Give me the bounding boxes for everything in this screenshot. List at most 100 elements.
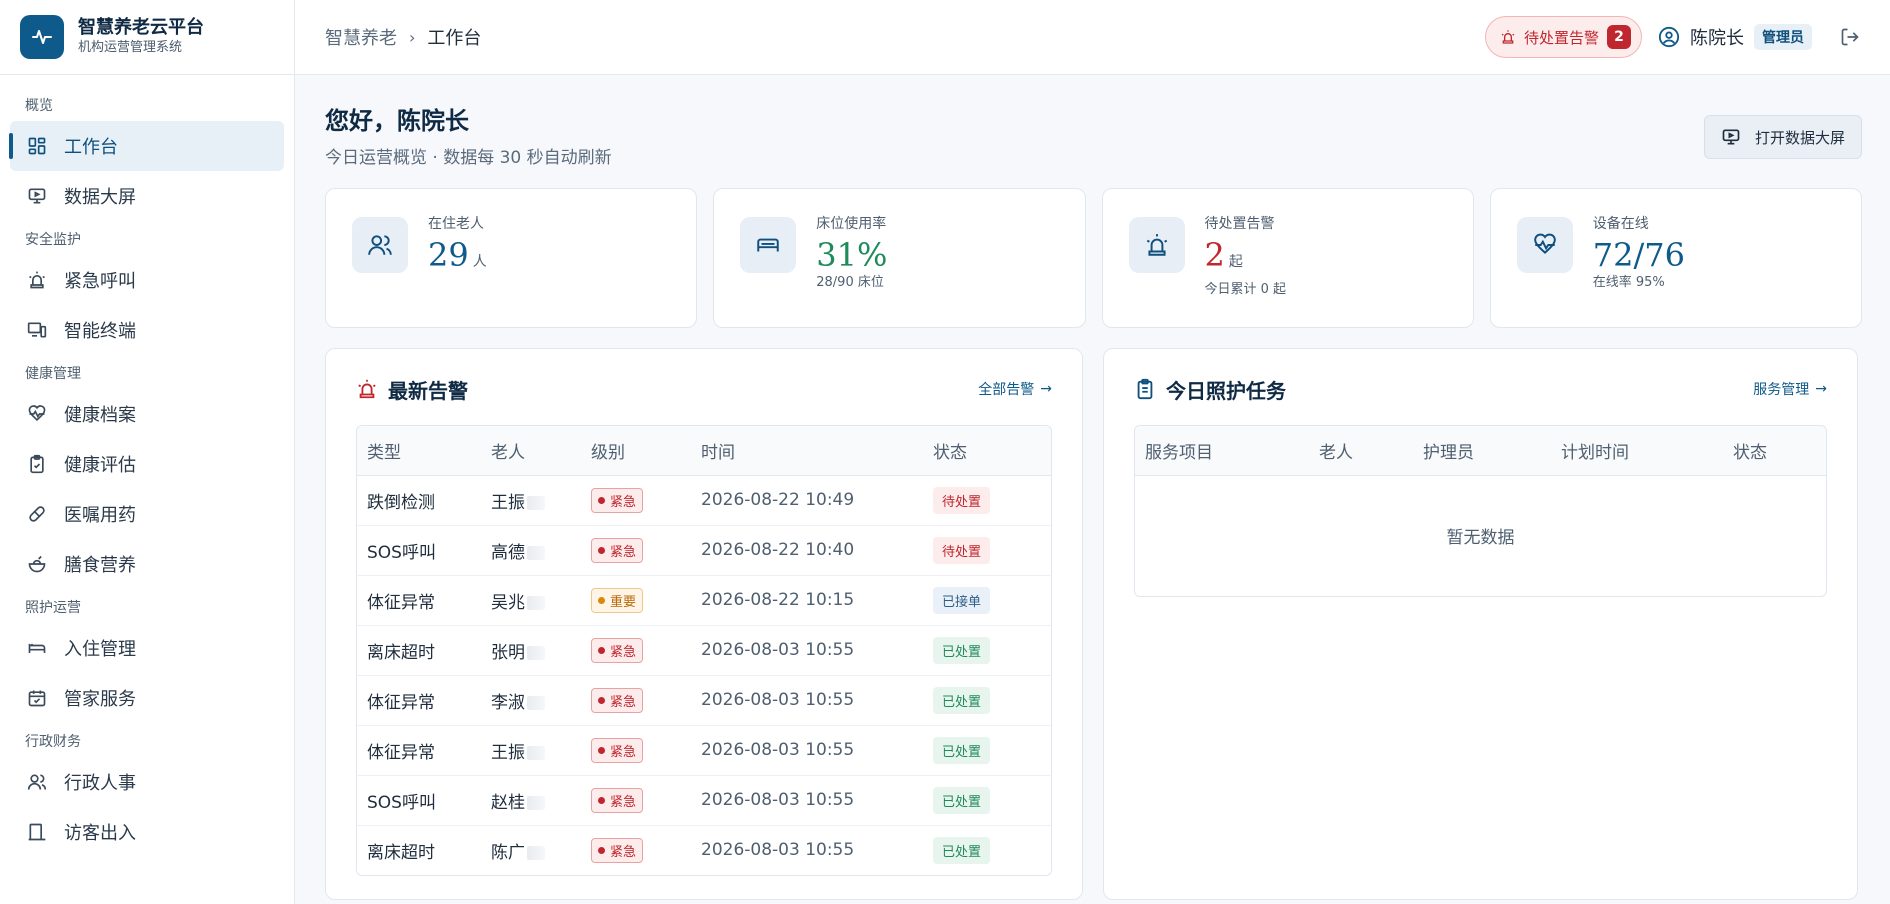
table-row[interactable]: SOS呼叫 赵桂 紧急 2026-08-03 10:55 已处置 bbox=[357, 775, 1051, 826]
nav-group-label: 概览 bbox=[25, 98, 53, 114]
column-header[interactable]: 老人 bbox=[481, 426, 581, 476]
stat-card-bed-usage[interactable]: 床位使用率 31% 28/90 床位 bbox=[713, 188, 1086, 328]
alert-status-cell: 已处置 bbox=[923, 775, 1051, 826]
alert-time: 2026-08-03 10:55 bbox=[691, 725, 923, 776]
sidebar-item-label: 医嘱用药 bbox=[64, 505, 136, 526]
level-dot-icon bbox=[598, 746, 605, 754]
breadcrumb-root[interactable]: 智慧养老 bbox=[325, 24, 397, 50]
alert-level-cell: 紧急 bbox=[581, 525, 691, 576]
table-row[interactable]: 跌倒检测 王振 紧急 2026-08-22 10:49 待处置 bbox=[357, 475, 1051, 526]
chevron-right-icon: › bbox=[409, 27, 416, 47]
pending-alarm-button[interactable]: 待处置告警 2 bbox=[1484, 16, 1642, 58]
logout-button[interactable] bbox=[1840, 27, 1860, 47]
sidebar-item-health-assessment[interactable]: 健康评估 bbox=[10, 439, 284, 489]
sidebar-item-emergency-call[interactable]: 紧急呼叫 bbox=[10, 255, 284, 305]
monitor-icon bbox=[26, 185, 48, 207]
open-data-screen-button[interactable]: 打开数据大屏 bbox=[1703, 115, 1862, 159]
stat-card-residents[interactable]: 在住老人 29 人 bbox=[325, 188, 698, 328]
brand-title: 智慧养老云平台 bbox=[78, 17, 204, 38]
alert-time: 2026-08-22 10:40 bbox=[691, 525, 923, 576]
alert-elder-cell: 李淑 bbox=[481, 675, 581, 726]
redacted-name bbox=[527, 695, 545, 710]
stat-card-devices-online[interactable]: 设备在线 72/76 在线率 95% bbox=[1489, 188, 1862, 328]
table-header-row: 服务项目 老人 护理员 计划时间 状态 bbox=[1135, 426, 1826, 476]
table-row[interactable]: 离床超时 张明 紧急 2026-08-03 10:55 已处置 bbox=[357, 625, 1051, 676]
stat-value: 31% bbox=[816, 236, 888, 274]
table-row[interactable]: SOS呼叫 高德 紧急 2026-08-22 10:40 待处置 bbox=[357, 525, 1051, 576]
level-dot-icon bbox=[598, 546, 605, 554]
column-header[interactable]: 老人 bbox=[1309, 426, 1413, 476]
all-alerts-link[interactable]: 全部告警 → bbox=[978, 379, 1052, 399]
level-dot-icon bbox=[598, 696, 605, 704]
level-text: 紧急 bbox=[610, 744, 637, 760]
sidebar-item-visitor[interactable]: 访客出入 bbox=[10, 807, 284, 857]
column-header[interactable]: 服务项目 bbox=[1135, 426, 1309, 476]
alert-elder-cell: 张明 bbox=[481, 625, 581, 676]
alert-type: 离床超时 bbox=[367, 842, 435, 863]
alert-time: 2026-08-03 10:55 bbox=[691, 775, 923, 826]
column-header[interactable]: 状态 bbox=[1723, 426, 1826, 476]
column-header[interactable]: 时间 bbox=[691, 426, 923, 476]
logout-icon bbox=[1840, 27, 1860, 47]
table-row[interactable]: 体征异常 王振 紧急 2026-08-03 10:55 已处置 bbox=[357, 725, 1051, 776]
alert-elder: 高德 bbox=[491, 542, 525, 563]
page-title: 您好，陈院长 bbox=[325, 107, 469, 135]
level-dot-icon bbox=[598, 596, 605, 604]
sidebar-item-diet[interactable]: 膳食营养 bbox=[10, 539, 284, 589]
table-row[interactable]: 体征异常 吴兆 重要 2026-08-22 10:15 已接单 bbox=[357, 575, 1051, 626]
column-header[interactable]: 类型 bbox=[357, 426, 481, 476]
sidebar-item-hr[interactable]: 行政人事 bbox=[10, 757, 284, 807]
stat-value-row: 2起 bbox=[1205, 235, 1287, 282]
dashboard-icon bbox=[26, 135, 48, 157]
level-dot-icon bbox=[598, 496, 605, 504]
level-dot-icon bbox=[598, 846, 605, 854]
alert-status-cell: 已处置 bbox=[923, 825, 1051, 875]
alert-type: 体征异常 bbox=[357, 575, 481, 626]
column-header[interactable]: 护理员 bbox=[1413, 426, 1551, 476]
sidebar-item-smart-terminal[interactable]: 智能终端 bbox=[10, 305, 284, 355]
sidebar-item-data-screen[interactable]: 数据大屏 bbox=[10, 171, 284, 221]
service-management-link[interactable]: 服务管理 → bbox=[1753, 379, 1827, 399]
alert-type: SOS呼叫 bbox=[357, 525, 481, 576]
bed-icon bbox=[740, 217, 797, 273]
clipboard-check-icon bbox=[26, 453, 48, 475]
page-subtitle: 今日运营概览 · 数据每 30 秒自动刷新 bbox=[325, 148, 612, 168]
alert-elder: 吴兆 bbox=[491, 592, 525, 613]
alerts-table-wrap: 类型 老人 级别 时间 状态 跌倒检测 王振 紧急 2026-08-22 10:49 待… bbox=[356, 425, 1052, 876]
level-badge: 紧急 bbox=[591, 687, 644, 713]
alert-status-cell: 已接单 bbox=[923, 575, 1051, 626]
level-badge: 紧急 bbox=[591, 737, 644, 763]
alert-level-cell: 紧急 bbox=[581, 675, 691, 726]
column-header[interactable]: 计划时间 bbox=[1551, 426, 1723, 476]
status-badge: 已处置 bbox=[933, 686, 991, 714]
siren-icon bbox=[1128, 217, 1185, 273]
status-badge: 已处置 bbox=[933, 636, 991, 664]
sidebar-item-dashboard[interactable]: 工作台 bbox=[9, 121, 284, 171]
sidebar-item-medication[interactable]: 医嘱用药 bbox=[10, 489, 284, 539]
alert-elder: 李淑 bbox=[491, 692, 525, 713]
status-badge: 待处置 bbox=[933, 486, 991, 514]
users-icon bbox=[352, 217, 408, 273]
table-header-row: 类型 老人 级别 时间 状态 bbox=[357, 426, 1051, 476]
level-text: 紧急 bbox=[610, 694, 637, 710]
table-row[interactable]: 体征异常 李淑 紧急 2026-08-03 10:55 已处置 bbox=[357, 675, 1051, 726]
sidebar-item-label: 入住管理 bbox=[64, 639, 136, 660]
alert-level-cell: 紧急 bbox=[581, 475, 691, 526]
table-row[interactable]: 离床超时 陈广 紧急 2026-08-03 10:55 已处置 bbox=[357, 825, 1051, 875]
stat-card-pending-alarms[interactable]: 待处置告警 2起 今日累计 0 起 bbox=[1101, 188, 1474, 328]
user-menu[interactable]: 陈院长 管理员 bbox=[1658, 24, 1812, 50]
column-header[interactable]: 级别 bbox=[581, 426, 691, 476]
redacted-name bbox=[527, 595, 545, 610]
sidebar-item-butler-service[interactable]: 管家服务 bbox=[10, 673, 284, 723]
sidebar-item-checkin[interactable]: 入住管理 bbox=[10, 623, 284, 673]
stat-value: 72/76 bbox=[1592, 236, 1685, 274]
alert-elder-cell: 王振 bbox=[481, 725, 581, 776]
sidebar: 智慧养老云平台 机构运营管理系统 概览 工作台 数据大屏 安全监护 紧急呼叫 智… bbox=[0, 0, 295, 904]
sidebar-item-health-records[interactable]: 健康档案 bbox=[10, 389, 284, 439]
alert-level-cell: 紧急 bbox=[581, 775, 691, 826]
level-text: 紧急 bbox=[610, 644, 637, 660]
brand[interactable]: 智慧养老云平台 机构运营管理系统 bbox=[0, 0, 294, 75]
alert-elder: 陈广 bbox=[491, 842, 525, 863]
column-header[interactable]: 状态 bbox=[923, 426, 1051, 476]
user-role-badge: 管理员 bbox=[1754, 24, 1812, 50]
